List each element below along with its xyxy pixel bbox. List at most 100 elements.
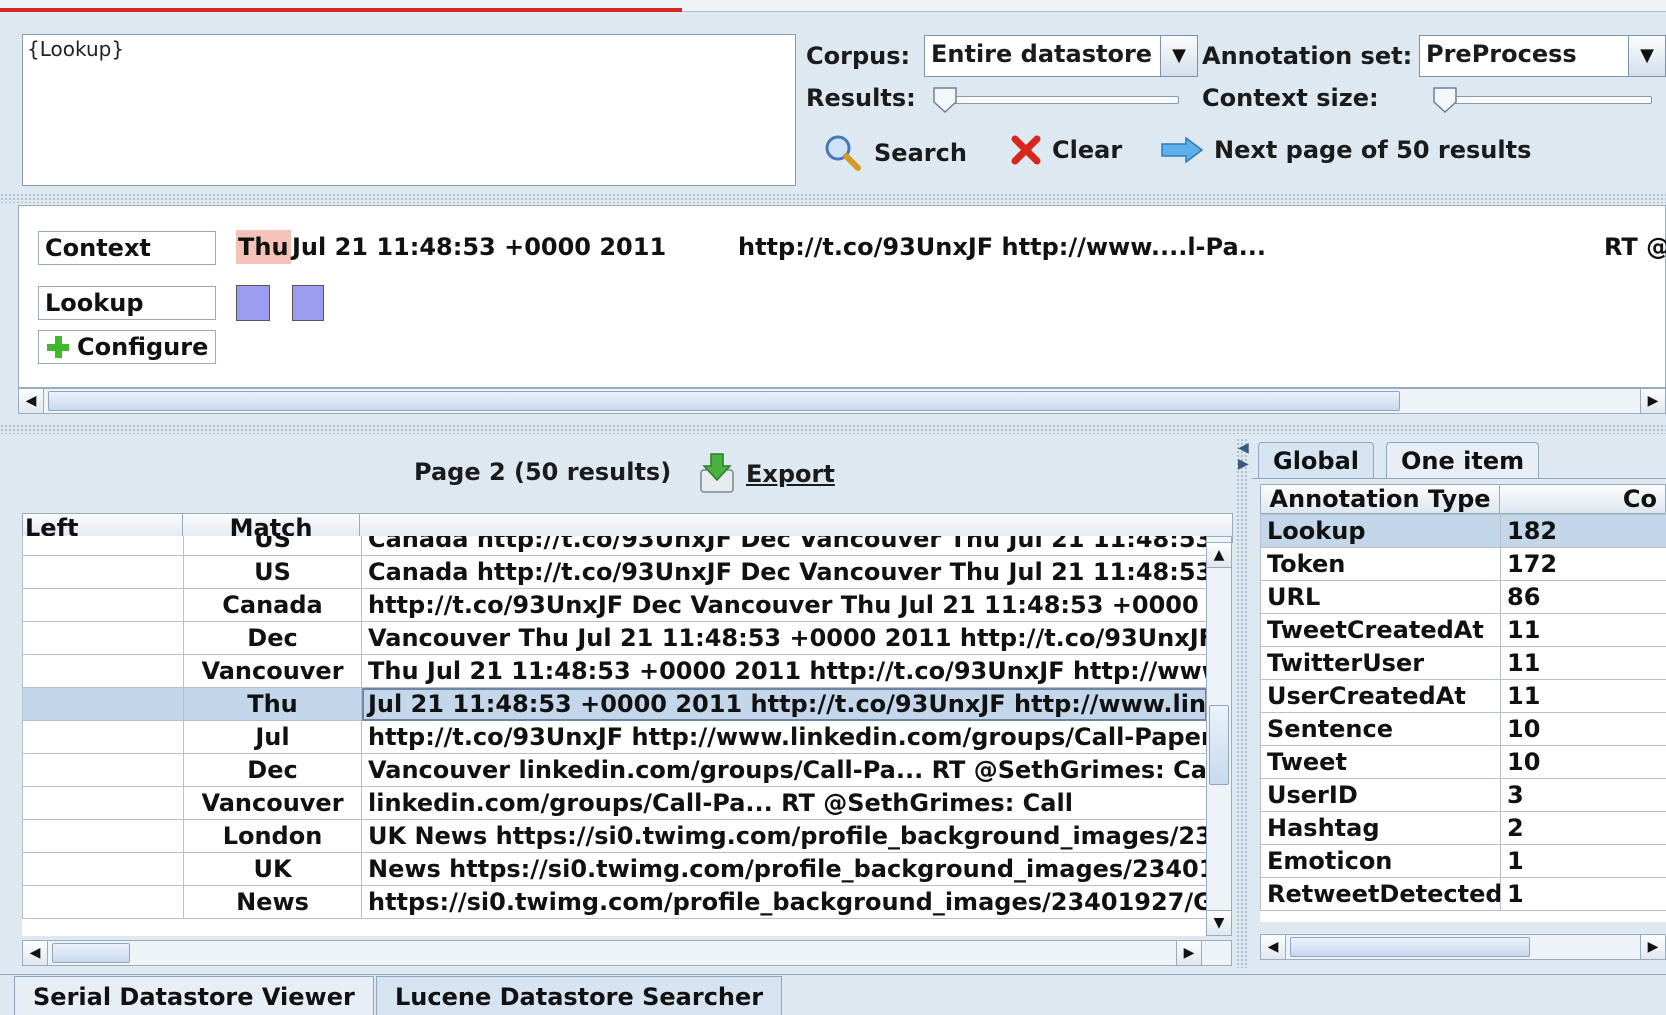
- table-row[interactable]: News https://si0.twimg.com/profile_backgr…: [22, 885, 1206, 919]
- scroll-down-icon[interactable]: ▼: [1206, 910, 1232, 936]
- match-cell[interactable]: News: [183, 885, 362, 919]
- right-context-cell[interactable]: https://si0.twimg.com/profile_background…: [361, 885, 1206, 919]
- scroll-up-icon[interactable]: ▲: [1206, 542, 1232, 568]
- right-context-cell[interactable]: Canada http://t.co/93UnxJF Dec Vancouver…: [361, 536, 1206, 556]
- match-cell[interactable]: London: [183, 819, 362, 853]
- annotation-type-cell[interactable]: Token: [1260, 547, 1501, 581]
- right-context-cell[interactable]: Vancouver Thu Jul 21 11:48:53 +0000 2011…: [361, 621, 1206, 655]
- export-button[interactable]: Export: [698, 452, 835, 496]
- scroll-right-icon[interactable]: ▶: [1176, 940, 1202, 966]
- annotation-count-cell[interactable]: 1: [1500, 844, 1666, 878]
- annotation-set-select[interactable]: PreProcess: [1419, 35, 1629, 77]
- annotation-count-cell[interactable]: 172: [1500, 547, 1666, 581]
- match-cell[interactable]: Dec: [183, 753, 362, 787]
- annotation-count-cell[interactable]: 182: [1500, 514, 1666, 548]
- scroll-right-icon[interactable]: ▶: [1640, 388, 1666, 414]
- left-context-cell[interactable]: [22, 885, 184, 919]
- table-row[interactable]: Lookup 182: [1260, 514, 1666, 548]
- annotation-type-cell[interactable]: Lookup: [1260, 514, 1501, 548]
- annotation-type-cell[interactable]: Hashtag: [1260, 811, 1501, 845]
- table-row[interactable]: Dec Vancouver linkedin.com/groups/Call-Pa…: [22, 753, 1206, 787]
- results-vscroll-thumb[interactable]: [1209, 705, 1229, 785]
- context-scroll-thumb[interactable]: [48, 391, 1400, 411]
- table-row[interactable]: London UK News https://si0.twimg.com/prof…: [22, 819, 1206, 853]
- annotation-type-cell[interactable]: URL: [1260, 580, 1501, 614]
- match-cell[interactable]: Jul: [183, 720, 362, 754]
- query-input[interactable]: {Lookup}: [22, 34, 796, 186]
- annotation-type-cell[interactable]: UserID: [1260, 778, 1501, 812]
- left-context-cell[interactable]: [22, 588, 184, 622]
- stats-hscroll-thumb[interactable]: [1290, 937, 1530, 957]
- corpus-select[interactable]: Entire datastore: [924, 35, 1162, 77]
- results-hscrollbar[interactable]: [22, 940, 1232, 966]
- left-context-cell[interactable]: [22, 621, 184, 655]
- annotation-type-cell[interactable]: UserCreatedAt: [1260, 679, 1501, 713]
- match-cell[interactable]: Vancouver: [183, 786, 362, 820]
- splitter[interactable]: [0, 193, 1666, 203]
- right-context-cell[interactable]: News https://si0.twimg.com/profile_backg…: [361, 852, 1206, 886]
- match-cell[interactable]: Thu: [183, 687, 362, 721]
- table-row[interactable]: Canada http://t.co/93UnxJF Dec Vancouver …: [22, 588, 1206, 622]
- table-row[interactable]: Sentence 10: [1260, 712, 1666, 746]
- scroll-right-icon[interactable]: ▶: [1640, 934, 1666, 960]
- context-size-slider-track[interactable]: [1434, 96, 1652, 104]
- column-header-count[interactable]: Co: [1499, 484, 1666, 514]
- right-context-cell[interactable]: http://t.co/93UnxJF http://www.linkedin.…: [361, 720, 1206, 754]
- right-context-cell[interactable]: UK News https://si0.twimg.com/profile_ba…: [361, 819, 1206, 853]
- lookup-annotation-box[interactable]: [236, 285, 270, 321]
- annotation-type-cell[interactable]: Sentence: [1260, 712, 1501, 746]
- left-context-cell[interactable]: [22, 536, 184, 556]
- tab-one-item[interactable]: One item: [1386, 442, 1540, 478]
- left-context-cell[interactable]: [22, 654, 184, 688]
- table-row[interactable]: Dec Vancouver Thu Jul 21 11:48:53 +0000 2…: [22, 621, 1206, 655]
- tab-lucene-datastore-searcher[interactable]: Lucene Datastore Searcher: [376, 976, 783, 1015]
- lookup-annotation-box[interactable]: [292, 285, 324, 321]
- table-row[interactable]: RetweetDetected 1: [1260, 877, 1666, 911]
- configure-button[interactable]: Configure: [38, 330, 216, 364]
- table-row[interactable]: TwitterUser 11: [1260, 646, 1666, 680]
- left-context-cell[interactable]: [22, 720, 184, 754]
- scroll-left-icon[interactable]: ◀: [18, 388, 44, 414]
- vertical-splitter[interactable]: [1236, 438, 1248, 968]
- table-row[interactable]: UK News https://si0.twimg.com/profile_bac…: [22, 852, 1206, 886]
- results-slider-thumb[interactable]: [932, 86, 958, 114]
- right-context-cell[interactable]: Canada http://t.co/93UnxJF Dec Vancouver…: [361, 555, 1206, 589]
- annotation-type-cell[interactable]: Tweet: [1260, 745, 1501, 779]
- annotation-count-cell[interactable]: 86: [1500, 580, 1666, 614]
- match-cell[interactable]: Dec: [183, 621, 362, 655]
- results-slider-track[interactable]: [935, 96, 1179, 104]
- scroll-left-icon[interactable]: ◀: [22, 940, 48, 966]
- match-cell[interactable]: US: [183, 536, 362, 556]
- table-row[interactable]: UserCreatedAt 11: [1260, 679, 1666, 713]
- left-context-cell[interactable]: [22, 753, 184, 787]
- right-context-cell[interactable]: Vancouver linkedin.com/groups/Call-Pa...…: [361, 753, 1206, 787]
- annotation-type-cell[interactable]: Emoticon: [1260, 844, 1501, 878]
- chevron-down-icon[interactable]: ▼: [1628, 35, 1666, 77]
- left-context-cell[interactable]: [22, 852, 184, 886]
- left-context-cell[interactable]: [22, 819, 184, 853]
- collapse-arrows-icon[interactable]: ◀ ▶: [1238, 440, 1249, 472]
- tab-serial-datastore-viewer[interactable]: Serial Datastore Viewer: [14, 976, 374, 1015]
- left-context-cell[interactable]: [22, 786, 184, 820]
- match-cell[interactable]: UK: [183, 852, 362, 886]
- table-row[interactable]: Vancouver linkedin.com/groups/Call-Pa... …: [22, 786, 1206, 820]
- table-row[interactable]: Jul http://t.co/93UnxJF http://www.linked…: [22, 720, 1206, 754]
- annotation-count-cell[interactable]: 11: [1500, 646, 1666, 680]
- annotation-count-cell[interactable]: 10: [1500, 745, 1666, 779]
- table-row[interactable]: US Canada http://t.co/93UnxJF Dec Vancouv…: [22, 555, 1206, 589]
- annotation-count-cell[interactable]: 2: [1500, 811, 1666, 845]
- annotation-type-cell[interactable]: RetweetDetected: [1260, 877, 1501, 911]
- table-row[interactable]: Thu Jul 21 11:48:53 +0000 2011 http://t.c…: [22, 687, 1206, 721]
- right-context-cell[interactable]: Thu Jul 21 11:48:53 +0000 2011 http://t.…: [361, 654, 1206, 688]
- match-cell[interactable]: US: [183, 555, 362, 589]
- match-cell[interactable]: Canada: [183, 588, 362, 622]
- annotation-count-cell[interactable]: 11: [1500, 613, 1666, 647]
- right-context-cell[interactable]: http://t.co/93UnxJF Dec Vancouver Thu Ju…: [361, 588, 1206, 622]
- right-context-cell[interactable]: linkedin.com/groups/Call-Pa... RT @SethG…: [361, 786, 1206, 820]
- left-context-cell[interactable]: [22, 687, 184, 721]
- table-row[interactable]: UserID 3: [1260, 778, 1666, 812]
- search-button[interactable]: Search: [822, 132, 967, 174]
- column-header-annotation-type[interactable]: Annotation Type: [1260, 484, 1500, 514]
- annotation-count-cell[interactable]: 1: [1500, 877, 1666, 911]
- left-context-cell[interactable]: [22, 555, 184, 589]
